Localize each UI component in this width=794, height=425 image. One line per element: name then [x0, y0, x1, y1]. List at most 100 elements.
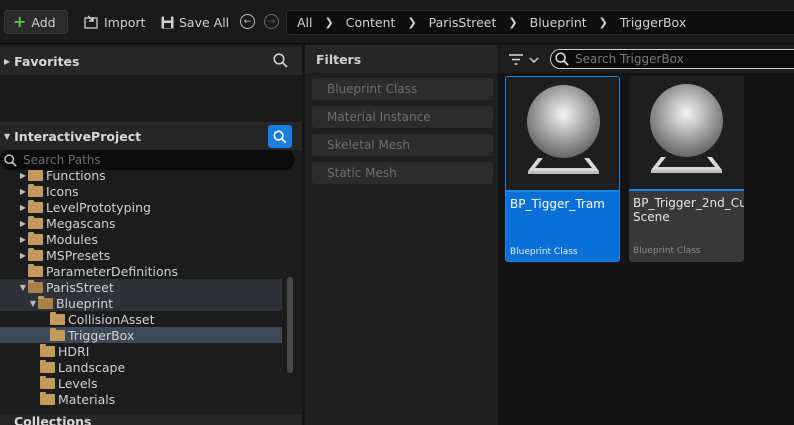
- breadcrumb-item-triggerbox[interactable]: TriggerBox: [620, 15, 686, 30]
- asset-search-field[interactable]: [550, 49, 794, 69]
- content-browser-toolbar: + Add Import Save All ← → All ❯ Content …: [0, 0, 794, 44]
- asset-thumbnail: [506, 77, 619, 191]
- tree-item-landscape[interactable]: Landscape: [0, 359, 282, 375]
- collapse-triangle-icon: ▶: [4, 56, 11, 66]
- chevron-right-icon[interactable]: ❯: [395, 16, 428, 29]
- expand-triangle-icon: ▼: [4, 131, 11, 141]
- caret-down-icon[interactable]: ▼: [18, 283, 28, 292]
- folder-icon: [28, 199, 43, 213]
- tree-item-parisstreet[interactable]: ▼ ParisStreet: [0, 279, 282, 295]
- sphere-thumbnail: [527, 85, 600, 158]
- tree-item-label: Modules: [46, 231, 98, 247]
- tree-item-materials[interactable]: Materials: [0, 391, 282, 407]
- folder-icon: [28, 170, 43, 181]
- import-button[interactable]: Import: [78, 10, 152, 34]
- asset-name: BP_Trigger_2nd_Cut Scene: [633, 196, 744, 224]
- caret-right-icon[interactable]: ▶: [18, 251, 28, 260]
- favorites-header[interactable]: ▶ Favorites: [0, 47, 302, 75]
- pedestal-shape: [651, 157, 722, 173]
- filter-icon[interactable]: [509, 54, 541, 66]
- breadcrumb-item-content[interactable]: Content: [346, 15, 396, 30]
- tree-item-label: Functions: [46, 170, 106, 183]
- chevron-right-icon[interactable]: ❯: [313, 16, 346, 29]
- search-paths-button[interactable]: [268, 125, 292, 148]
- asset-tile-bp-tigger-tram[interactable]: BP_Tigger_Tram Blueprint Class: [505, 76, 620, 262]
- project-title: InteractiveProject: [14, 128, 142, 144]
- asset-type: Blueprint Class: [633, 246, 701, 256]
- folder-icon: [28, 247, 43, 261]
- tree-item-levelprototyping[interactable]: ▶ LevelPrototyping: [0, 199, 282, 215]
- tree-item-mspresets[interactable]: ▶ MSPresets: [0, 247, 282, 263]
- filter-material-instance[interactable]: Material Instance: [312, 106, 493, 128]
- folder-icon: [40, 375, 55, 389]
- import-icon: [84, 15, 98, 29]
- tree-item-label: CollisionAsset: [68, 311, 155, 327]
- chevron-right-icon[interactable]: ❯: [587, 16, 620, 29]
- forward-arrow-icon[interactable]: →: [264, 14, 279, 29]
- caret-right-icon[interactable]: ▶: [18, 187, 28, 196]
- tree-item-levels[interactable]: Levels: [0, 375, 282, 391]
- breadcrumb-item-parisstreet[interactable]: ParisStreet: [429, 15, 497, 30]
- tree-item-hdri[interactable]: HDRI: [0, 343, 282, 359]
- breadcrumb-item-all[interactable]: All: [297, 15, 313, 30]
- tree-item-label: HDRI: [58, 343, 90, 359]
- tree-scrollbar[interactable]: [287, 277, 293, 373]
- collections-title: Collections: [14, 414, 92, 425]
- add-button[interactable]: + Add: [4, 10, 68, 34]
- breadcrumb: All ❯ Content ❯ ParisStreet ❯ Blueprint …: [286, 10, 794, 35]
- sources-panel: ▶ Favorites ▼ InteractiveProject ▶ Funct…: [0, 45, 302, 425]
- sphere-thumbnail: [650, 84, 723, 157]
- caret-right-icon[interactable]: ▶: [18, 203, 28, 212]
- favorites-list: [0, 75, 302, 121]
- tree-item-parameterdefinitions[interactable]: ParameterDefinitions: [0, 263, 282, 279]
- folder-icon: [50, 311, 65, 325]
- tree-item-label: TriggerBox: [68, 327, 135, 343]
- filters-panel: Filters Blueprint Class Material Instanc…: [305, 45, 498, 425]
- tree-item-icons[interactable]: ▶ Icons: [0, 183, 282, 199]
- asset-name: BP_Tigger_Tram: [510, 197, 605, 211]
- tree-item-label: LevelPrototyping: [46, 199, 151, 215]
- asset-tile-bp-trigger-2nd-cutscene[interactable]: BP_Trigger_2nd_Cut Scene Blueprint Class: [629, 76, 744, 262]
- search-paths-input[interactable]: [23, 153, 273, 167]
- project-header[interactable]: ▼ InteractiveProject: [0, 122, 302, 150]
- caret-right-icon[interactable]: ▶: [18, 219, 28, 228]
- folder-icon: [28, 231, 43, 245]
- save-all-button[interactable]: Save All: [155, 10, 235, 34]
- tree-item-megascans[interactable]: ▶ Megascans: [0, 215, 282, 231]
- filter-skeletal-mesh[interactable]: Skeletal Mesh: [312, 134, 493, 156]
- folder-icon: [28, 215, 43, 229]
- caret-right-icon[interactable]: ▶: [18, 171, 28, 180]
- collections-header[interactable]: Collections: [0, 414, 302, 425]
- search-paths-field[interactable]: [0, 150, 295, 170]
- caret-down-icon[interactable]: ▼: [28, 299, 38, 308]
- tree-item-triggerbox[interactable]: TriggerBox: [0, 327, 282, 343]
- asset-view: BP_Tigger_Tram Blueprint Class BP_Trigge…: [499, 45, 794, 425]
- tree-item-label: Megascans: [46, 215, 116, 231]
- search-icon: [555, 52, 569, 66]
- tree-item-collisionasset[interactable]: CollisionAsset: [0, 311, 282, 327]
- asset-search-input[interactable]: [575, 52, 785, 66]
- filter-blueprint-class[interactable]: Blueprint Class: [312, 78, 493, 100]
- tree-item-modules[interactable]: ▶ Modules: [0, 231, 282, 247]
- tree-item-functions[interactable]: ▶ Functions: [0, 170, 282, 183]
- search-icon[interactable]: [273, 53, 288, 68]
- tree-item-label: Levels: [58, 375, 98, 391]
- plus-icon: +: [13, 12, 27, 31]
- folder-icon: [40, 343, 55, 357]
- tree-item-label: ParameterDefinitions: [46, 263, 179, 279]
- folder-icon: [40, 359, 55, 373]
- folder-tree: ▶ Functions ▶ Icons ▶ LevelPrototyping ▶…: [0, 170, 286, 410]
- chevron-right-icon[interactable]: ❯: [496, 16, 529, 29]
- asset-thumbnail: [629, 76, 744, 190]
- folder-icon: [28, 183, 43, 197]
- tree-item-blueprint[interactable]: ▼ Blueprint: [0, 295, 282, 311]
- caret-right-icon[interactable]: ▶: [18, 235, 28, 244]
- filter-static-mesh[interactable]: Static Mesh: [312, 162, 493, 184]
- breadcrumb-item-blueprint[interactable]: Blueprint: [530, 15, 587, 30]
- asset-info: BP_Tigger_Tram Blueprint Class: [506, 192, 619, 261]
- back-arrow-icon[interactable]: ←: [240, 14, 255, 29]
- asset-info: BP_Trigger_2nd_Cut Scene Blueprint Class: [629, 191, 744, 262]
- filters-title: Filters: [305, 45, 498, 73]
- folder-icon: [40, 391, 55, 405]
- pedestal-shape: [528, 158, 599, 174]
